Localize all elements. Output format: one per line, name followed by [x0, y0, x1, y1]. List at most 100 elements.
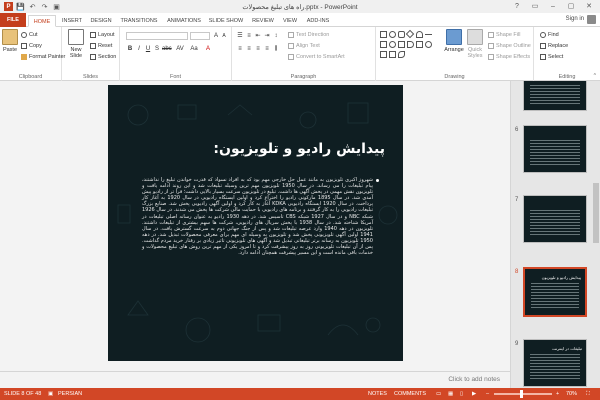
numbering-icon[interactable]: ≡: [245, 32, 253, 40]
scrollbar-thumb[interactable]: [593, 183, 599, 243]
slide-thumbnail-8-selected[interactable]: پیدایش رادیو و تلویزیون: [523, 267, 587, 317]
normal-view-icon[interactable]: ▭: [436, 391, 441, 397]
shapes-gallery[interactable]: [380, 29, 442, 65]
slide-sorter-icon[interactable]: ▦: [448, 391, 453, 397]
slide-thumbnail-5[interactable]: [523, 81, 587, 111]
decrease-indent-icon[interactable]: ⇤: [254, 32, 262, 40]
ribbon-display-icon[interactable]: ▭: [526, 0, 544, 12]
shape-effects-button[interactable]: Shape Effects: [488, 53, 530, 61]
change-case-icon[interactable]: Aa: [190, 45, 198, 53]
zoom-slider[interactable]: [494, 390, 552, 398]
spellcheck-icon[interactable]: ▣: [48, 391, 53, 397]
font-name-dropdown[interactable]: [126, 32, 188, 40]
align-left-icon[interactable]: ≡: [236, 45, 244, 53]
flowchart-shape-icon[interactable]: [407, 41, 414, 48]
notes-toggle[interactable]: NOTES: [368, 391, 387, 397]
shrink-font-icon[interactable]: A: [220, 32, 228, 40]
tab-view[interactable]: VIEW: [280, 15, 300, 27]
italic-icon[interactable]: I: [135, 45, 143, 53]
collapse-ribbon-icon[interactable]: ^: [594, 73, 596, 79]
close-icon[interactable]: ✕: [580, 0, 598, 12]
comments-toggle[interactable]: COMMENTS: [394, 391, 426, 397]
tab-design[interactable]: DESIGN: [88, 15, 114, 27]
star-shape-icon[interactable]: [389, 51, 396, 58]
font-size-dropdown[interactable]: [190, 32, 210, 40]
copy-button[interactable]: Copy: [21, 42, 42, 50]
slide-body-text[interactable]: شهروز اکبری تلویزیون به مانند عمل حل خار…: [142, 177, 373, 256]
oval-shape-icon[interactable]: [389, 31, 396, 38]
shadow-icon[interactable]: S: [153, 45, 161, 53]
fit-slide-icon[interactable]: ⛶: [586, 391, 590, 398]
zoom-out-icon[interactable]: –: [486, 391, 489, 397]
reset-button[interactable]: Reset: [90, 42, 112, 50]
user-avatar[interactable]: [587, 15, 596, 24]
tab-home[interactable]: HOME: [28, 15, 56, 27]
align-text-button[interactable]: Align Text: [288, 42, 320, 50]
paste-button[interactable]: Paste: [2, 29, 18, 53]
shape-fill-button[interactable]: Shape Fill: [488, 31, 520, 39]
slide-thumbnail-6[interactable]: [523, 125, 587, 173]
square-shape-icon[interactable]: [398, 41, 405, 48]
thumbnail-scrollbar[interactable]: [593, 83, 599, 386]
rectangle-shape-icon[interactable]: [380, 31, 387, 38]
language-indicator[interactable]: PERSIAN: [58, 391, 82, 397]
line-spacing-icon[interactable]: ↕: [272, 32, 280, 40]
slide-title[interactable]: پیدایش رادیو و تلویزیون:: [138, 141, 385, 157]
tab-transitions[interactable]: TRANSITIONS: [118, 15, 160, 27]
smile-shape-icon[interactable]: [425, 41, 432, 48]
justify-icon[interactable]: ≡: [263, 45, 271, 53]
cut-button[interactable]: Cut: [21, 31, 38, 39]
increase-indent-icon[interactable]: ⇥: [263, 32, 271, 40]
zoom-in-icon[interactable]: +: [556, 391, 559, 397]
font-color-icon[interactable]: A: [204, 45, 212, 53]
text-direction-button[interactable]: Text Direction: [288, 31, 329, 39]
circle-shape-icon[interactable]: [389, 41, 396, 48]
arc-shape-icon[interactable]: [416, 31, 423, 38]
find-button[interactable]: Find: [540, 31, 559, 39]
bullets-icon[interactable]: ☰: [236, 32, 244, 40]
quick-styles-button[interactable]: Quick Styles: [464, 29, 486, 59]
select-button[interactable]: Select: [540, 53, 563, 61]
underline-icon[interactable]: U: [144, 45, 152, 53]
layout-button[interactable]: Layout: [90, 31, 115, 39]
grow-font-icon[interactable]: A: [212, 32, 220, 40]
text-box-shape-icon[interactable]: [380, 41, 387, 48]
minimize-icon[interactable]: –: [544, 0, 562, 12]
callout-shape-icon[interactable]: [416, 41, 423, 48]
strikethrough-icon[interactable]: abc: [162, 45, 172, 53]
rounded-rect-shape-icon[interactable]: [398, 31, 405, 38]
tab-file[interactable]: FILE: [0, 13, 26, 27]
columns-icon[interactable]: ⫼: [272, 45, 280, 53]
char-spacing-icon[interactable]: AV: [176, 45, 184, 53]
align-center-icon[interactable]: ≡: [245, 45, 253, 53]
zoom-level[interactable]: 70%: [566, 391, 577, 397]
arrange-button[interactable]: Arrange: [444, 29, 464, 53]
slide-counter[interactable]: SLIDE 8 OF 48: [4, 391, 41, 397]
sign-in-link[interactable]: Sign in: [566, 16, 584, 22]
diamond-shape-icon[interactable]: [405, 29, 415, 39]
reading-view-icon[interactable]: ▯: [460, 391, 463, 397]
current-slide[interactable]: پیدایش رادیو و تلویزیون: شهروز اکبری تلو…: [108, 85, 403, 361]
align-right-icon[interactable]: ≡: [254, 45, 262, 53]
maximize-icon[interactable]: ▢: [562, 0, 580, 12]
tab-animations[interactable]: ANIMATIONS: [164, 15, 204, 27]
slideshow-view-icon[interactable]: ▶: [472, 391, 476, 397]
replace-button[interactable]: Replace: [540, 42, 568, 50]
shape-outline-button[interactable]: Shape Outline: [488, 42, 531, 50]
new-slide-button[interactable]: New Slide: [66, 29, 86, 59]
slide-thumbnail-7[interactable]: [523, 195, 587, 243]
line-shape-icon[interactable]: [425, 34, 432, 41]
arrow-shape-icon[interactable]: [380, 51, 387, 58]
leaf-shape-icon[interactable]: [398, 51, 405, 58]
tab-insert[interactable]: INSERT: [60, 15, 84, 27]
tab-slide-show[interactable]: SLIDE SHOW: [208, 15, 244, 27]
slide-thumbnail-9[interactable]: تبلیغات در اینترنت: [523, 339, 587, 387]
help-icon[interactable]: ?: [508, 0, 526, 12]
section-button[interactable]: Section: [90, 53, 116, 61]
bold-icon[interactable]: B: [126, 45, 134, 53]
notes-placeholder[interactable]: Click to add notes: [448, 376, 500, 383]
tab-review[interactable]: REVIEW: [250, 15, 276, 27]
tab-add-ins[interactable]: ADD-INS: [304, 15, 332, 27]
convert-smartart-button[interactable]: Convert to SmartArt: [288, 53, 345, 61]
notes-pane[interactable]: Click to add notes: [0, 371, 510, 388]
